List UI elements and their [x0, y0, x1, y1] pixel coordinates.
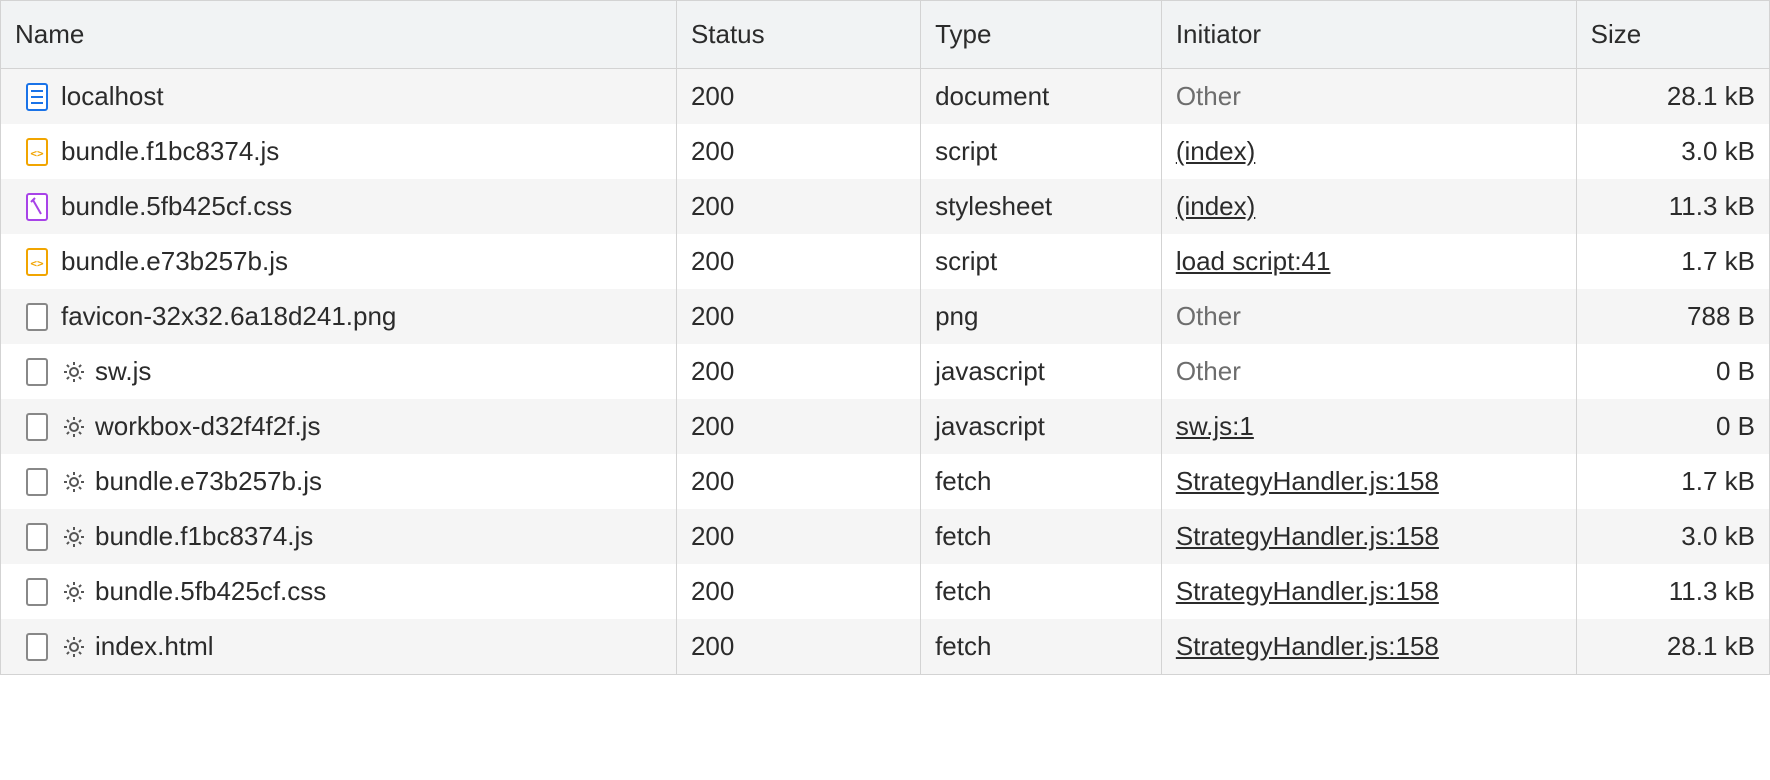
table-row[interactable]: localhost 200document Other 28.1 kB [1, 69, 1770, 125]
file-icon [25, 468, 49, 496]
initiator-text: Other [1176, 301, 1241, 331]
request-type: png [921, 289, 1162, 344]
request-name: bundle.f1bc8374.js [61, 136, 279, 167]
file-icon [25, 523, 49, 551]
gear-icon [63, 636, 85, 658]
request-status: 200 [676, 564, 920, 619]
file-icon [25, 303, 49, 331]
request-type: fetch [921, 564, 1162, 619]
request-size: 788 B [1576, 289, 1769, 344]
document-icon [25, 83, 49, 111]
js-icon [25, 248, 49, 276]
request-size: 3.0 kB [1576, 509, 1769, 564]
request-name: bundle.e73b257b.js [95, 466, 322, 497]
file-icon [25, 633, 49, 661]
request-status: 200 [676, 454, 920, 509]
request-type: javascript [921, 399, 1162, 454]
request-name: bundle.5fb425cf.css [95, 576, 326, 607]
table-row[interactable]: index.html 200fetch StrategyHandler.js:158… [1, 619, 1770, 675]
table-row[interactable]: bundle.f1bc8374.js 200fetch StrategyHandle… [1, 509, 1770, 564]
request-name: localhost [61, 81, 164, 112]
initiator-link[interactable]: sw.js:1 [1176, 411, 1254, 441]
request-status: 200 [676, 289, 920, 344]
request-status: 200 [676, 69, 920, 125]
file-icon [25, 358, 49, 386]
request-size: 0 B [1576, 344, 1769, 399]
column-header-name[interactable]: Name [1, 1, 677, 69]
request-status: 200 [676, 234, 920, 289]
request-status: 200 [676, 509, 920, 564]
request-size: 11.3 kB [1576, 564, 1769, 619]
request-name: workbox-d32f4f2f.js [95, 411, 320, 442]
table-row[interactable]: workbox-d32f4f2f.js 200javascript sw.js:1 0… [1, 399, 1770, 454]
request-type: fetch [921, 454, 1162, 509]
request-size: 0 B [1576, 399, 1769, 454]
initiator-link[interactable]: StrategyHandler.js:158 [1176, 521, 1439, 551]
gear-icon [63, 361, 85, 383]
request-status: 200 [676, 179, 920, 234]
table-header-row: Name Status Type Initiator Size [1, 1, 1770, 69]
request-name: index.html [95, 631, 214, 662]
initiator-link[interactable]: (index) [1176, 191, 1255, 221]
table-row[interactable]: bundle.e73b257b.js 200fetch StrategyHandle… [1, 454, 1770, 509]
request-size: 1.7 kB [1576, 454, 1769, 509]
request-size: 28.1 kB [1576, 619, 1769, 675]
column-header-type[interactable]: Type [921, 1, 1162, 69]
column-header-size[interactable]: Size [1576, 1, 1769, 69]
initiator-link[interactable]: StrategyHandler.js:158 [1176, 576, 1439, 606]
request-type: script [921, 124, 1162, 179]
request-size: 11.3 kB [1576, 179, 1769, 234]
table-row[interactable]: bundle.e73b257b.js 200script load script:4… [1, 234, 1770, 289]
request-size: 28.1 kB [1576, 69, 1769, 125]
request-status: 200 [676, 344, 920, 399]
column-header-initiator[interactable]: Initiator [1161, 1, 1576, 69]
request-name: bundle.e73b257b.js [61, 246, 288, 277]
request-type: script [921, 234, 1162, 289]
request-size: 3.0 kB [1576, 124, 1769, 179]
table-row[interactable]: bundle.5fb425cf.css 200stylesheet (index) 1… [1, 179, 1770, 234]
initiator-link[interactable]: (index) [1176, 136, 1255, 166]
initiator-link[interactable]: load script:41 [1176, 246, 1331, 276]
table-row[interactable]: favicon-32x32.6a18d241.png 200png Other 788… [1, 289, 1770, 344]
request-type: document [921, 69, 1162, 125]
request-name: favicon-32x32.6a18d241.png [61, 301, 396, 332]
gear-icon [63, 581, 85, 603]
css-icon [25, 193, 49, 221]
file-icon [25, 578, 49, 606]
request-size: 1.7 kB [1576, 234, 1769, 289]
request-name: bundle.5fb425cf.css [61, 191, 292, 222]
request-type: stylesheet [921, 179, 1162, 234]
table-row[interactable]: bundle.f1bc8374.js 200script (index) 3.0 kB [1, 124, 1770, 179]
initiator-link[interactable]: StrategyHandler.js:158 [1176, 631, 1439, 661]
request-type: javascript [921, 344, 1162, 399]
file-icon [25, 413, 49, 441]
request-status: 200 [676, 619, 920, 675]
table-row[interactable]: sw.js 200javascript Other 0 B [1, 344, 1770, 399]
js-icon [25, 138, 49, 166]
request-status: 200 [676, 124, 920, 179]
request-type: fetch [921, 509, 1162, 564]
initiator-text: Other [1176, 356, 1241, 386]
initiator-link[interactable]: StrategyHandler.js:158 [1176, 466, 1439, 496]
table-row[interactable]: bundle.5fb425cf.css 200fetch StrategyHandl… [1, 564, 1770, 619]
request-status: 200 [676, 399, 920, 454]
request-name: sw.js [95, 356, 151, 387]
request-name: bundle.f1bc8374.js [95, 521, 313, 552]
network-request-table: Name Status Type Initiator Size localhos… [0, 0, 1770, 675]
gear-icon [63, 471, 85, 493]
gear-icon [63, 416, 85, 438]
initiator-text: Other [1176, 81, 1241, 111]
column-header-status[interactable]: Status [676, 1, 920, 69]
request-type: fetch [921, 619, 1162, 675]
gear-icon [63, 526, 85, 548]
